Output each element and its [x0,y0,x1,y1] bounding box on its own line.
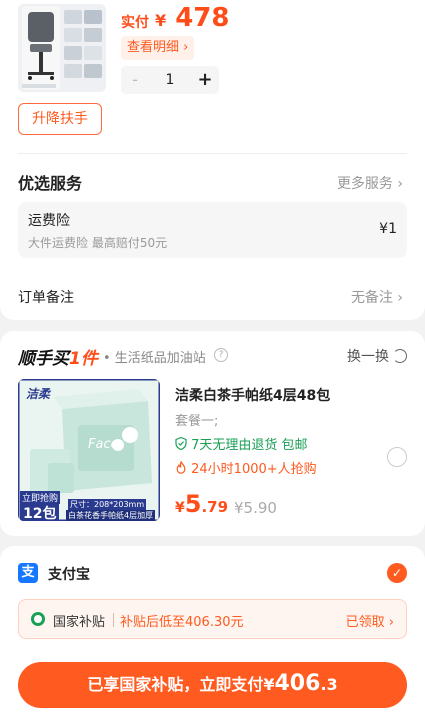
recommend-price-int: 5 [184,490,202,518]
pay-button-symbol: ¥ [263,675,275,694]
image-face-text: Face [88,437,119,452]
national-subsidy-bar[interactable]: 国家补贴 补贴后低至406.30元 已领取 › [18,599,407,639]
more-services-label: 更多服务 [336,176,393,192]
insurance-price: ¥1 [379,221,397,237]
order-note-value: 无备注 [350,290,393,306]
view-detail-button[interactable]: 查看明细 › [121,36,195,60]
recommend-subtitle: • 生活纸品加油站 [103,351,206,366]
hot-sales-label: 24小时1000+人抢购 [191,462,317,477]
recommend-package[interactable]: 套餐一; [175,410,218,429]
payment-method-label[interactable]: 支付宝 [48,564,90,584]
chevron-right-icon: › [388,615,394,630]
recommend-old-price: ¥5.90 [234,499,277,517]
chevron-right-icon: › [183,40,189,55]
price-label: 实付 [121,15,149,31]
order-note-label: 订单备注 [18,290,74,306]
view-detail-label: 查看明细 [127,40,180,55]
shipping-insurance-option[interactable]: 运费险 大件运费险 最高赔付50元 ¥1 [18,202,407,258]
swap-label: 换一换 [347,349,389,365]
refresh-icon [393,349,407,363]
total-price: ¥ 478 [155,3,229,33]
flame-icon [176,460,186,474]
recommend-select-radio[interactable] [387,447,407,467]
hot-sales: 24小时1000+人抢购 [175,458,317,477]
swap-button[interactable]: 换一换 [347,346,407,366]
divider [113,613,114,627]
check-icon[interactable]: ✓ [387,563,407,583]
subsidy-name: 国家补贴 [53,615,106,630]
pay-button-amount: 406 [274,671,321,696]
decrease-button[interactable]: - [121,66,149,94]
quantity-value[interactable]: 1 [149,66,191,94]
recommend-price-symbol: ¥ [175,500,185,516]
more-services-link[interactable]: 更多服务 › [337,173,403,193]
pay-button-text: 已享国家补贴，立即支付 [87,675,264,694]
help-icon[interactable]: ? [214,348,228,362]
return-policy-label: 7天无理由退货 包邮 [191,438,308,453]
order-card: 实付 ¥ 478 查看明细 › - 1 + 升降扶手 优选服务 更多服务 › 运… [0,0,425,320]
subsidy-desc: 补贴后低至406.30元 [120,615,244,630]
services-title: 优选服务 [18,174,83,193]
insurance-name: 运费险 [28,213,70,229]
recommend-product-title[interactable]: 洁柔白茶手帕纸4层48包 [175,385,330,405]
subsidy-status-label: 已领取 [345,615,385,630]
product-image[interactable] [18,4,106,92]
recommend-brand-suffix: 1件 [69,349,98,369]
order-note-link[interactable]: 无备注 › [351,287,403,307]
quantity-stepper: - 1 + [121,66,219,94]
recommend-price-dec: .79 [201,498,229,516]
recommend-brand-prefix: 顺手买 [18,349,69,369]
image-brand-text: 洁柔 [26,387,51,401]
recommend-price: ¥5.79 [175,490,228,518]
divider [18,153,407,154]
return-policy: 7天无理由退货 包邮 [175,434,308,453]
image-promo-count: 12包 [20,503,60,521]
option-button-armrest[interactable]: 升降扶手 [18,103,102,135]
price-value: 478 [175,3,230,33]
subsidy-icon [31,612,45,626]
chevron-right-icon: › [397,176,403,192]
image-desc-text: 白茶花香手帕纸4层加厚 [66,510,156,521]
alipay-icon: 支 [18,563,38,583]
insurance-desc: 大件运费险 最高赔付50元 [28,236,168,250]
image-size-text: 尺寸：208*203mm [68,499,147,510]
recommend-product-image[interactable]: 洁柔 Face 立即抢购 12包 尺寸：208*203mm 白茶花香手帕纸4层加… [18,379,160,521]
currency-symbol: ¥ [155,11,167,30]
chevron-right-icon: › [397,290,403,306]
pay-now-button[interactable]: 已享国家补贴，立即支付¥406.3 [18,662,407,708]
subsidy-status: 已领取 › [346,611,394,630]
increase-button[interactable]: + [191,66,219,94]
shield-check-icon [175,436,187,451]
recommend-logo: 顺手买1件 [18,344,98,369]
pay-button-decimal: .3 [320,675,338,694]
